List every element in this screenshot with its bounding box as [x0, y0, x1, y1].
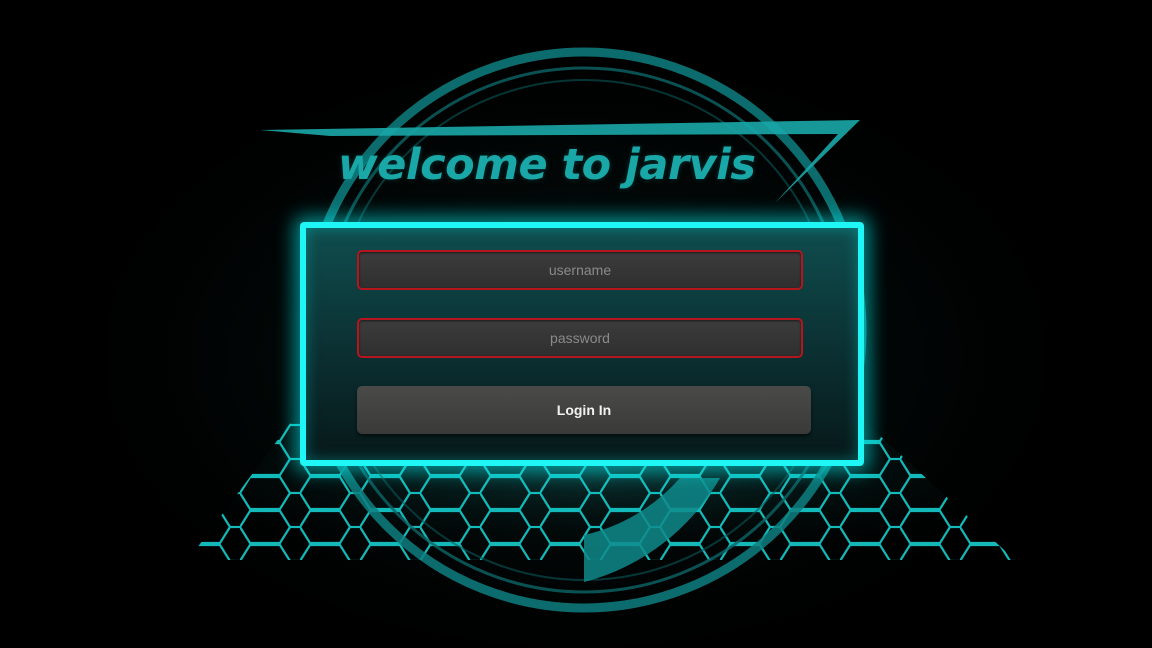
login-screen: welcome to jarvis Login In	[0, 0, 1152, 648]
login-panel: Login In	[300, 222, 864, 466]
username-input[interactable]	[357, 250, 803, 290]
page-title: welcome to jarvis	[338, 140, 756, 190]
login-button[interactable]: Login In	[357, 386, 811, 434]
password-input[interactable]	[357, 318, 803, 358]
